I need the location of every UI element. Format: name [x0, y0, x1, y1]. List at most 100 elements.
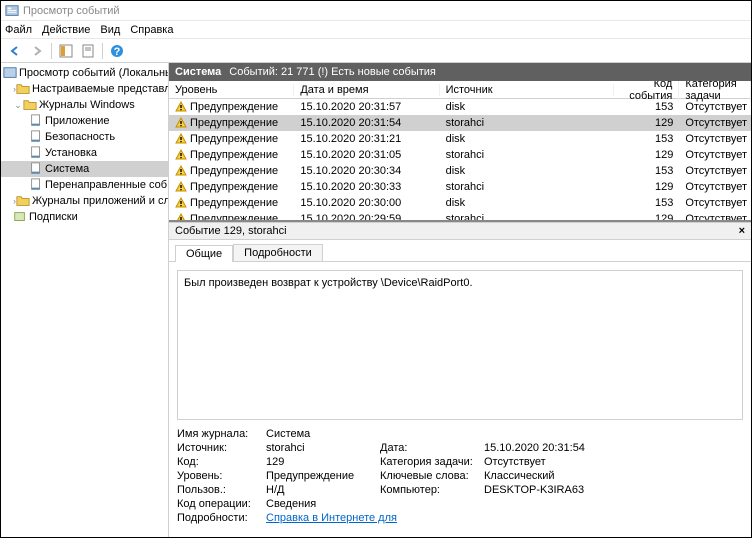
cell-event-id: 129	[614, 117, 680, 129]
event-properties: Имя журнала: Система Источник: storahci …	[177, 428, 743, 524]
collapse-icon[interactable]: ⌄	[13, 100, 23, 111]
event-row[interactable]: Предупреждение15.10.2020 20:30:33storahc…	[169, 179, 751, 195]
tree-label: Перенаправленные соб	[45, 179, 167, 191]
cell-date: 15.10.2020 20:31:54	[294, 117, 439, 129]
cell-source: disk	[440, 101, 614, 113]
label-taskcat: Категория задачи:	[380, 456, 480, 468]
event-row[interactable]: Предупреждение15.10.2020 20:30:34disk153…	[169, 163, 751, 179]
detail-tabs: Общие Подробности	[169, 240, 751, 262]
main-area: Просмотр событий (Локальны › Настраиваем…	[1, 63, 751, 537]
cell-level: Предупреждение	[169, 101, 294, 113]
tree-app-services-logs[interactable]: › Журналы приложений и сл	[1, 193, 168, 209]
value-logname: Система	[266, 428, 614, 440]
log-name: Система	[175, 66, 221, 78]
tree-application-log[interactable]: Приложение	[1, 113, 168, 129]
menu-file[interactable]: Файл	[5, 24, 32, 36]
cell-source: storahci	[440, 117, 614, 129]
label-source: Источник:	[177, 442, 262, 454]
value-level: Предупреждение	[266, 470, 376, 482]
arrow-right-icon	[30, 44, 44, 58]
tree-label: Система	[45, 163, 89, 175]
tree-subscriptions[interactable]: Подписки	[1, 209, 168, 225]
tree-root[interactable]: Просмотр событий (Локальны	[1, 65, 168, 81]
event-row[interactable]: Предупреждение15.10.2020 20:31:54storahc…	[169, 115, 751, 131]
app-icon	[5, 4, 19, 18]
cell-level: Предупреждение	[169, 197, 294, 209]
cell-date: 15.10.2020 20:31:21	[294, 133, 439, 145]
tree-system-log[interactable]: Система	[1, 161, 168, 177]
label-eventid: Код:	[177, 456, 262, 468]
cell-source: disk	[440, 197, 614, 209]
label-level: Уровень:	[177, 470, 262, 482]
cell-source: storahci	[440, 149, 614, 161]
help-button[interactable]: ?	[107, 41, 127, 61]
value-computer: DESKTOP-K3IRA63	[484, 484, 614, 496]
col-level[interactable]: Уровень	[169, 84, 294, 96]
label-computer: Компьютер:	[380, 484, 480, 496]
tree-label: Журналы приложений и сл	[32, 195, 168, 207]
menu-action[interactable]: Действие	[42, 24, 90, 36]
event-row[interactable]: Предупреждение15.10.2020 20:31:05storahc…	[169, 147, 751, 163]
label-user: Пользов.:	[177, 484, 262, 496]
detail-title: Событие 129, storahci	[175, 225, 287, 237]
tab-details[interactable]: Подробности	[233, 244, 323, 261]
cell-level: Предупреждение	[169, 117, 294, 129]
col-event-id[interactable]: Код события	[614, 81, 680, 102]
tree-windows-logs[interactable]: ⌄ Журналы Windows	[1, 97, 168, 113]
tree-security-log[interactable]: Безопасность	[1, 129, 168, 145]
folder-icon	[16, 194, 30, 208]
log-icon	[29, 146, 43, 160]
tree-forwarded-log[interactable]: Перенаправленные соб	[1, 177, 168, 193]
tab-general[interactable]: Общие	[175, 245, 233, 262]
value-source: storahci	[266, 442, 376, 454]
cell-event-id: 129	[614, 149, 680, 161]
folder-icon	[16, 82, 30, 96]
event-row[interactable]: Предупреждение15.10.2020 20:31:57disk153…	[169, 99, 751, 115]
cell-level: Предупреждение	[169, 213, 294, 222]
cell-category: Отсутствует	[679, 181, 751, 193]
subscriptions-icon	[13, 210, 27, 224]
col-category[interactable]: Категория задачи	[679, 81, 751, 102]
window-title: Просмотр событий	[23, 5, 120, 17]
detail-body: Был произведен возврат к устройству \Dev…	[169, 262, 751, 537]
cell-category: Отсутствует	[679, 133, 751, 145]
grid-body[interactable]: Предупреждение15.10.2020 20:31:57disk153…	[169, 99, 751, 222]
tree-label: Приложение	[45, 115, 110, 127]
nav-tree[interactable]: Просмотр событий (Локальны › Настраиваем…	[1, 63, 169, 537]
nav-back-button[interactable]	[5, 41, 25, 61]
events-summary: Событий: 21 771 (!) Есть новые события	[229, 66, 436, 78]
cell-event-id: 129	[614, 213, 680, 222]
event-message: Был произведен возврат к устройству \Dev…	[177, 270, 743, 420]
col-date[interactable]: Дата и время	[294, 84, 439, 96]
label-opcode: Код операции:	[177, 498, 262, 510]
cell-event-id: 153	[614, 133, 680, 145]
close-detail-button[interactable]: ×	[739, 225, 745, 237]
nav-forward-button[interactable]	[27, 41, 47, 61]
cell-event-id: 153	[614, 101, 680, 113]
event-row[interactable]: Предупреждение15.10.2020 20:29:59storahc…	[169, 211, 751, 222]
tree-setup-log[interactable]: Установка	[1, 145, 168, 161]
online-help-link[interactable]: Справка в Интернете для	[266, 512, 397, 524]
label-date: Дата:	[380, 442, 480, 454]
panel-icon	[59, 44, 73, 58]
properties-button[interactable]	[78, 41, 98, 61]
value-moreinfo: Справка в Интернете для	[266, 512, 614, 524]
tree-custom-views[interactable]: › Настраиваемые представле	[1, 81, 168, 97]
cell-category: Отсутствует	[679, 149, 751, 161]
cell-category: Отсутствует	[679, 197, 751, 209]
menu-view[interactable]: Вид	[100, 24, 120, 36]
menu-help[interactable]: Справка	[130, 24, 173, 36]
cell-event-id: 129	[614, 181, 680, 193]
title-bar: Просмотр событий	[1, 1, 751, 21]
value-taskcat: Отсутствует	[484, 456, 614, 468]
menu-bar: Файл Действие Вид Справка	[1, 21, 751, 39]
event-row[interactable]: Предупреждение15.10.2020 20:30:00disk153…	[169, 195, 751, 211]
cell-category: Отсутствует	[679, 213, 751, 222]
event-row[interactable]: Предупреждение15.10.2020 20:31:21disk153…	[169, 131, 751, 147]
events-grid: Уровень Дата и время Источник Код событи…	[169, 81, 751, 222]
col-source[interactable]: Источник	[440, 84, 614, 96]
toolbar: ?	[1, 39, 751, 63]
tree-label: Настраиваемые представле	[32, 83, 168, 95]
detail-header: Событие 129, storahci ×	[169, 222, 751, 240]
show-tree-button[interactable]	[56, 41, 76, 61]
